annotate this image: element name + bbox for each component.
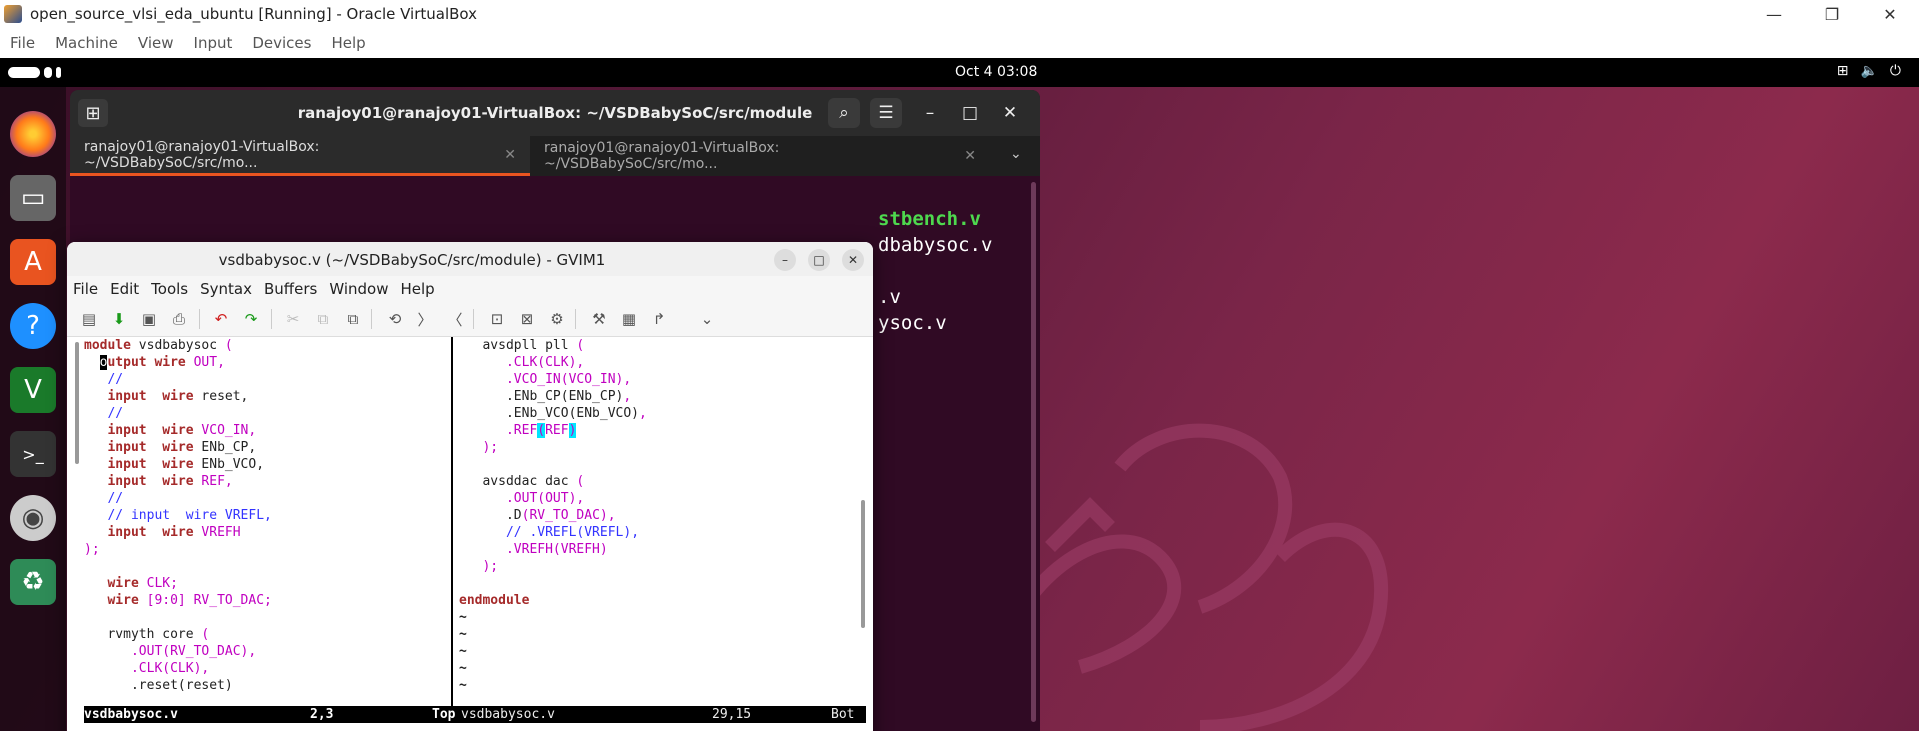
- gvim-menu-window[interactable]: Window: [323, 280, 394, 298]
- terminal-icon[interactable]: >_: [10, 431, 56, 477]
- find-prev-icon[interactable]: 〈: [443, 307, 467, 331]
- vbox-titlebar: open_source_vlsi_eda_ubuntu [Running] - …: [0, 0, 1919, 28]
- close-tab-icon[interactable]: ✕: [504, 147, 516, 163]
- status-left-filename: vsdbabysoc.v: [84, 707, 178, 722]
- jump-tag-icon[interactable]: ↱: [647, 307, 671, 331]
- gvim-menu-help[interactable]: Help: [394, 280, 440, 298]
- make-icon[interactable]: ⚒: [587, 307, 611, 331]
- cut-icon[interactable]: ✂: [281, 307, 305, 331]
- gvim-window: vsdbabysoc.v (~/VSDBabySoC/src/module) -…: [67, 242, 873, 731]
- terminal-line: dbabysoc.v: [878, 234, 993, 256]
- print-icon[interactable]: ⎙: [167, 307, 191, 331]
- vbox-menu-machine[interactable]: Machine: [45, 34, 128, 52]
- terminal-maximize-icon[interactable]: □: [954, 98, 986, 128]
- gvim-menu-buffers[interactable]: Buffers: [258, 280, 323, 298]
- gvim-menu-edit[interactable]: Edit: [104, 280, 145, 298]
- minimize-button[interactable]: —: [1745, 0, 1803, 28]
- firefox-icon[interactable]: [10, 111, 56, 157]
- volume-icon[interactable]: 🔈: [1860, 63, 1877, 79]
- terminal-line: .v: [878, 286, 901, 308]
- left-pane-scrollbar[interactable]: [75, 342, 79, 464]
- save-all-icon[interactable]: ▣: [137, 307, 161, 331]
- gvim-menu-file[interactable]: File: [67, 280, 104, 298]
- clock[interactable]: Oct 4 03:08: [955, 64, 1037, 80]
- load-session-icon[interactable]: ⊡: [485, 307, 509, 331]
- terminal-scrollbar[interactable]: [1031, 182, 1036, 722]
- gvim-close-icon[interactable]: ✕: [842, 249, 864, 271]
- vertical-split-divider[interactable]: [451, 337, 453, 706]
- close-tab-icon[interactable]: ✕: [964, 148, 976, 164]
- vbox-menu-input[interactable]: Input: [184, 34, 243, 52]
- app-center-icon[interactable]: A: [10, 239, 56, 285]
- status-right-filename: vsdbabysoc.v: [461, 707, 555, 722]
- vbox-window-title: open_source_vlsi_eda_ubuntu [Running] - …: [30, 5, 478, 23]
- paste-icon[interactable]: ⧉: [341, 307, 365, 331]
- status-right-scroll-pct: Bot: [831, 707, 855, 722]
- gvim-menu-tools[interactable]: Tools: [145, 280, 194, 298]
- toolbar-overflow-chevron-icon[interactable]: ⌄: [695, 307, 719, 331]
- gnome-topbar: Oct 4 03:08 ⊞ 🔈 ⏻: [0, 58, 1919, 87]
- tab-label: ranajoy01@ranajoy01-VirtualBox: ~/VSDBab…: [84, 138, 320, 171]
- gvim-icon[interactable]: V: [10, 367, 56, 413]
- redo-icon[interactable]: ↷: [239, 307, 263, 331]
- copy-icon[interactable]: ⧉: [311, 307, 335, 331]
- status-left-cursor-pos: 2,3: [310, 707, 334, 722]
- run-script-icon[interactable]: ⚙: [545, 307, 569, 331]
- vbox-menu-help[interactable]: Help: [321, 34, 375, 52]
- terminal-line: ysoc.v: [878, 312, 947, 334]
- search-icon[interactable]: ⌕: [828, 98, 860, 128]
- tabs-overflow-chevron-icon[interactable]: ⌄: [1010, 146, 1022, 162]
- gvim-menubar: File Edit Tools Syntax Buffers Window He…: [67, 276, 873, 301]
- terminal-headerbar: ⊞ ranajoy01@ranajoy01-VirtualBox: ~/VSDB…: [70, 90, 1040, 136]
- close-button[interactable]: ✕: [1861, 0, 1919, 28]
- vbox-menu-devices[interactable]: Devices: [242, 34, 321, 52]
- save-session-icon[interactable]: ⊠: [515, 307, 539, 331]
- dock: ▭ A ? V >_ ◉ ♻: [0, 87, 66, 731]
- activities-button[interactable]: [8, 67, 70, 79]
- vbox-menu-view[interactable]: View: [128, 34, 184, 52]
- status-left-scroll-pct: Top: [432, 707, 456, 722]
- save-down-icon[interactable]: ⬇: [107, 307, 131, 331]
- gvim-minimize-icon[interactable]: –: [774, 249, 796, 271]
- gvim-maximize-icon[interactable]: □: [808, 249, 830, 271]
- gvim-toolbar: ▤ ⬇ ▣ ⎙ ↶ ↷ ✂ ⧉ ⧉ ⟲ 〉 〈 ⊡ ⊠ ⚙ ⚒ ▦ ↱ ⌄: [67, 301, 873, 337]
- terminal-tabbar: ranajoy01@ranajoy01-VirtualBox: ~/VSDBab…: [70, 136, 1040, 176]
- undo-icon[interactable]: ↶: [209, 307, 233, 331]
- vbox-menu-file[interactable]: File: [0, 34, 45, 52]
- terminal-close-icon[interactable]: ✕: [994, 98, 1026, 128]
- terminal-tab-2[interactable]: ranajoy01@ranajoy01-VirtualBox: ~/VSDBab…: [530, 136, 990, 176]
- gvim-menu-syntax[interactable]: Syntax: [194, 280, 258, 298]
- vbox-menubar: File Machine View Input Devices Help: [0, 28, 1919, 58]
- power-icon[interactable]: ⏻: [1890, 63, 1901, 79]
- hamburger-menu-icon[interactable]: ☰: [870, 98, 902, 128]
- gvim-titlebar: vsdbabysoc.v (~/VSDBabySoC/src/module) -…: [67, 242, 873, 276]
- virtualbox-icon: [4, 5, 22, 23]
- terminal-tab-1[interactable]: ranajoy01@ranajoy01-VirtualBox: ~/VSDBab…: [70, 136, 530, 176]
- left-editor-pane[interactable]: module vsdbabysoc ( output wire OUT, // …: [84, 337, 450, 706]
- open-icon[interactable]: ▤: [77, 307, 101, 331]
- ctags-icon[interactable]: ▦: [617, 307, 641, 331]
- disc-icon[interactable]: ◉: [10, 495, 56, 541]
- find-replace-icon[interactable]: ⟲: [383, 307, 407, 331]
- files-icon[interactable]: ▭: [10, 175, 56, 221]
- right-pane-scrollbar[interactable]: [861, 500, 865, 628]
- gvim-text-area[interactable]: module vsdbabysoc ( output wire OUT, // …: [67, 337, 873, 723]
- network-icon[interactable]: ⊞: [1837, 63, 1849, 79]
- right-editor-pane[interactable]: avsdpll pll ( .CLK(CLK), .VCO_IN(VCO_IN)…: [459, 337, 859, 706]
- tab-label: ranajoy01@ranajoy01-VirtualBox: ~/VSDBab…: [544, 140, 780, 172]
- status-right-cursor-pos: 29,15: [712, 707, 752, 722]
- gvim-title: vsdbabysoc.v (~/VSDBabySoC/src/module) -…: [218, 251, 606, 269]
- terminal-line: stbench.v: [878, 208, 981, 230]
- find-next-icon[interactable]: 〉: [413, 307, 437, 331]
- trash-icon[interactable]: ♻: [10, 559, 56, 605]
- restore-button[interactable]: ❐: [1803, 0, 1861, 28]
- vim-statusline: vsdbabysoc.v 2,3 Top vsdbabysoc.v 29,15 …: [84, 706, 866, 723]
- help-icon[interactable]: ?: [10, 303, 56, 349]
- terminal-minimize-icon[interactable]: –: [914, 98, 946, 128]
- guest-display: Oct 4 03:08 ⊞ 🔈 ⏻ ▭ A ? V >_ ◉ ♻ ⊞ ranaj…: [0, 58, 1919, 731]
